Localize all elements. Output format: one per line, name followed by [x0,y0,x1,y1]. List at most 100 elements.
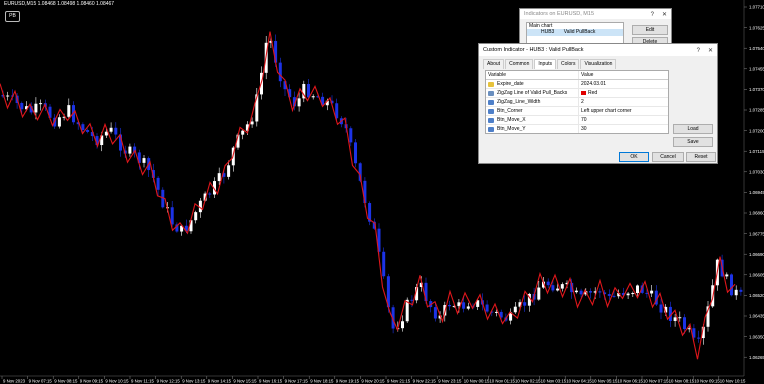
candle-body [34,103,38,113]
time-tick-label: 10 Nov 08:15 [669,379,695,384]
param-value[interactable]: 30 [581,126,587,132]
candle-body [81,124,85,131]
edit-button[interactable]: Edit [632,25,668,35]
time-tick-label: 9 Nov 07:15 [29,379,53,384]
candle-body [687,328,691,330]
time-tick-label: 9 Nov 11:15 [131,379,154,384]
time-tick-label: 9 Nov 10:15 [105,379,129,384]
candle-body [217,173,221,182]
time-tick-label: 10 Nov 04:15 [566,379,592,384]
ok-button[interactable]: OK [619,152,649,162]
table-row[interactable]: Btn_Corner Left upper chart corner [486,107,668,116]
close-icon[interactable]: ✕ [662,12,667,18]
time-tick-label: 9 Nov 15:15 [233,379,257,384]
candle-body [697,337,701,339]
help-icon[interactable]: ? [697,48,700,54]
date-param-icon [488,81,494,87]
time-tick-label: 9 Nov 17:15 [285,379,309,384]
table-row[interactable]: Expire_date 2024.03.01 [486,80,668,89]
indicators-list-title: Indicators on EURUSD, M15 [524,11,594,17]
number-param-icon [488,99,494,105]
candle-body [546,281,550,286]
price-tick-label: 1.06605 [749,273,764,278]
candle-body [598,291,602,293]
time-tick-label: 9 Nov 20:15 [361,379,385,384]
candle-body [114,127,118,135]
candle-body [401,321,404,329]
param-value[interactable]: Left upper chart corner [581,108,632,114]
candle-body [86,130,90,132]
candle-body [354,142,357,164]
time-tick-label: 9 Nov 16:15 [259,379,283,384]
indicator-tree[interactable]: Main chart HUB3 Valid PullBack [526,22,624,44]
price-tick-label: 1.06350 [749,334,764,339]
close-icon[interactable]: ✕ [708,48,713,54]
tree-item-hub3[interactable]: HUB3 [541,29,554,35]
time-tick-label: 9 Nov 19:15 [336,379,360,384]
time-tick-label: 10 Nov 06:15 [617,379,643,384]
candle-body [128,146,132,154]
save-button[interactable]: Save [673,137,713,147]
candle-body [574,290,578,293]
candle-body [631,293,635,295]
param-name: Btn_Move_Y [497,126,526,132]
candle-body [579,290,583,295]
table-row[interactable]: ZigZag Line of Valid Pull_Backs Red [486,89,668,98]
table-row[interactable]: ZigZag_Line_Width 2 [486,98,668,107]
candle-body [612,295,616,297]
enum-param-icon [488,108,494,114]
time-tick-label: 9 Nov 08:15 [54,379,78,384]
candle-body [725,274,729,277]
param-value[interactable]: 2024.03.01 [581,81,606,87]
time-tick-label: 10 Nov 09:15 [694,379,720,384]
price-tick-label: 1.07115 [749,149,764,154]
price-tick-label: 1.06775 [749,231,764,236]
price-tick-label: 1.07540 [749,46,764,51]
candle-body [250,121,254,125]
candle-body [626,293,630,296]
indicators-list-titlebar: Indicators on EURUSD, M15 ? ✕ [520,9,671,19]
candle-body [194,212,198,221]
load-button[interactable]: Load [673,124,713,134]
param-value[interactable]: 2 [581,99,584,105]
time-tick-label: 10 Nov 10:15 [720,379,746,384]
help-icon[interactable]: ? [651,12,654,18]
column-header-value: Value [578,71,668,79]
candle-body [466,306,470,309]
candle-body [311,96,315,98]
pb-button[interactable]: PB [5,11,20,22]
table-row[interactable]: Btn_Move_X 70 [486,116,668,125]
dialog-tabs: About Common Inputs Colors Visualization [483,59,617,69]
tab-about[interactable]: About [483,59,505,69]
param-name: ZigZag_Line_Width [497,99,541,105]
tab-inputs[interactable]: Inputs [534,59,556,69]
param-value[interactable]: 70 [581,117,587,123]
candle-body [739,289,743,292]
candle-body [109,127,113,132]
column-header-variable: Variable [488,72,506,78]
param-value[interactable]: Red [588,90,597,96]
candle-body [636,285,639,294]
param-name: Btn_Corner [497,108,523,114]
time-tick-label: 10 Nov 07:15 [643,379,669,384]
candle-body [462,302,466,309]
tab-common[interactable]: Common [505,59,534,69]
tab-visualization[interactable]: Visualization [580,59,617,69]
candle-body [607,294,611,296]
price-tick-label: 1.07455 [749,67,764,72]
candle-body [297,98,301,107]
time-tick-label: 9 Nov 23:15 [438,379,462,384]
price-tick-label: 1.07710 [749,5,764,10]
price-tick-label: 1.06860 [749,211,764,216]
time-tick-label: 9 Nov 13:15 [182,379,206,384]
dialog-title: Custom Indicator - HUB3 : Valid PullBack [483,47,584,53]
candle-body [734,289,738,296]
candle-body [241,130,245,135]
cancel-button[interactable]: Cancel [652,152,684,162]
candle-body [278,62,282,82]
candle-body [485,304,489,312]
color-param-icon [488,90,494,96]
tab-colors[interactable]: Colors [557,59,580,69]
table-row[interactable]: Btn_Move_Y 30 [486,125,668,133]
reset-button[interactable]: Reset [686,152,716,162]
